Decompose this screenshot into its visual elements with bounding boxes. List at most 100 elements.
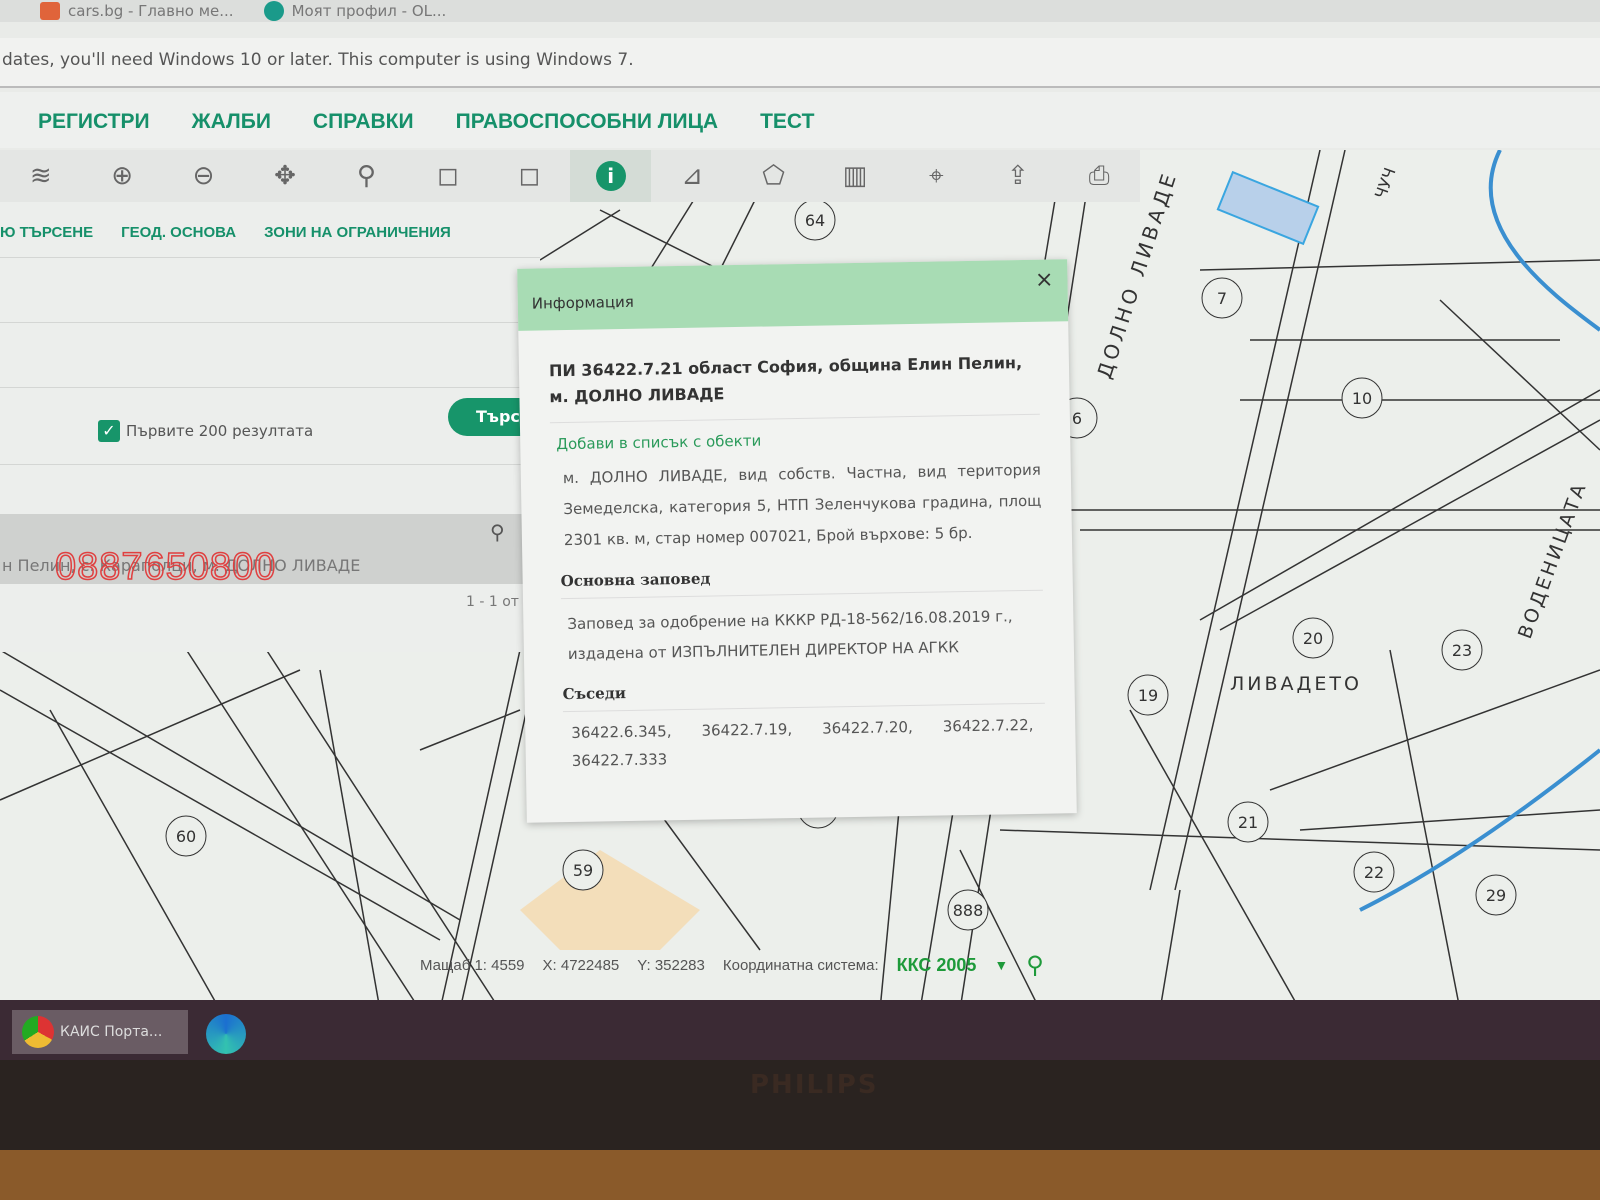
map-tool[interactable]: ▥ [814,150,895,202]
polygon-icon: ⬠ [762,161,785,191]
subtab-restriction-zones[interactable]: ЗОНИ НА ОГРАНИЧЕНИЯ [264,224,451,241]
parcel-number: 7 [1217,289,1227,308]
result-row[interactable]: ⚲ н Пелин, с. Караполци, м. ДОЛНО ЛИВАДЕ… [0,514,540,584]
measure-tool[interactable]: ⊿ [651,150,732,202]
pin-tool[interactable]: ⚲ [326,150,407,202]
parcel-number: 20 [1303,629,1323,648]
neighbor-link[interactable]: 36422.6.345, [571,722,672,742]
print-icon: ⎙ [1089,161,1110,192]
print-tool[interactable]: ⎙ [1058,150,1139,202]
search-icon[interactable]: ⚲ [490,520,505,544]
parcel-description: м. ДОЛНО ЛИВАДЕ, вид собств. Частна, вид… [563,455,1043,556]
browser-tab[interactable]: cars.bg - Главно ме... [40,0,234,22]
y-readout: Y: 352283 [637,957,705,974]
divider [0,257,540,258]
search-icon[interactable]: ⚲ [1026,951,1044,980]
parcel-number: 10 [1352,389,1372,408]
parcel-number: 64 [805,211,825,230]
main-nav: РЕГИСТРИ ЖАЛБИ СПРАВКИ ПРАВОСПОСОБНИ ЛИЦ… [0,92,1600,148]
parcel-number: 59 [573,861,593,880]
select-remove-tool[interactable]: ◻ [489,150,570,202]
neighbor-link[interactable]: 36422.7.20, [822,718,913,738]
parcel-number: 19 [1138,686,1158,705]
coordinates-icon: ⌖ [929,161,944,192]
export-icon: ⇪ [1007,161,1029,191]
taskbar-chrome-button[interactable]: КАИС Порта... [12,1010,188,1054]
info-icon: i [596,161,626,191]
neighbor-link[interactable]: 36422.7.333 [572,750,668,770]
divider [0,387,540,388]
edge-icon[interactable] [206,1014,246,1054]
street-label: ЛИВАДЕТО [1230,673,1362,695]
parcel-number: 22 [1364,863,1384,882]
polygon-tool[interactable]: ⬠ [733,150,814,202]
nav-complaints[interactable]: ЖАЛБИ [192,110,271,148]
pan-icon: ✥ [274,161,296,191]
x-readout: X: 4722485 [543,957,620,974]
scale-readout: Мащаб 1: 4559 [420,957,525,974]
divider [0,322,540,323]
cars-favicon-icon [40,2,60,20]
map-status-bar: Мащаб 1: 4559 X: 4722485 Y: 352283 Коорд… [420,948,1220,982]
checkbox-label: Първите 200 резултата [126,422,313,440]
search-panel: Ю ТЪРСЕНЕ ГЕОД. ОСНОВА ЗОНИ НА ОГРАНИЧЕН… [0,202,540,652]
crs-select[interactable]: ККС 2005 [897,955,977,976]
subtab-geodetic-base[interactable]: ГЕОД. ОСНОВА [121,224,236,241]
select-add-icon: ◻ [437,161,459,191]
browser-tab[interactable]: Моят профил - OL... [264,0,447,22]
popup-header: Информация × [517,259,1068,331]
measure-icon: ⊿ [681,161,703,191]
parcel-number: 60 [176,827,196,846]
zoom-out-tool[interactable]: ⊖ [163,150,244,202]
profile-favicon-icon [264,1,284,21]
neighbor-link[interactable]: 36422.7.19, [701,720,792,740]
close-icon[interactable]: × [1035,267,1054,292]
order-text: Заповед за одобрение на КККР РД-18-562/1… [567,601,1044,669]
map-toolbar: ≋ ⊕ ⊖ ✥ ⚲ ◻ ◻ i ⊿ ⬠ ▥ ⌖ ⇪ ⎙ [0,150,1140,202]
zoom-out-icon: ⊖ [193,161,215,191]
parcel-number: 23 [1452,641,1472,660]
tab-label: cars.bg - Главно ме... [68,2,234,20]
pan-tool[interactable]: ✥ [244,150,325,202]
parcel-number: 21 [1238,813,1258,832]
crs-label: Координатна система: [723,957,879,974]
order-heading: Основна заповед [561,564,1043,599]
layers-icon: ≋ [30,161,52,191]
checkmark-icon: ✓ [98,420,120,442]
info-popup: Информация × ПИ 36422.7.21 област София,… [517,259,1077,823]
chevron-down-icon[interactable]: ▼ [994,957,1008,973]
coordinates-tool[interactable]: ⌖ [896,150,977,202]
parcel-number: 888 [953,901,984,920]
popup-title: Информация [532,293,634,313]
nav-references[interactable]: СПРАВКИ [313,110,414,148]
map-icon: ▥ [843,161,868,191]
nav-registers[interactable]: РЕГИСТРИ [38,110,150,148]
nav-test[interactable]: ТЕСТ [760,110,814,148]
export-tool[interactable]: ⇪ [977,150,1058,202]
zoom-in-icon: ⊕ [111,161,133,191]
select-remove-icon: ◻ [518,161,540,191]
parcel-title: ПИ 36422.7.21 област София, община Елин … [549,350,1040,424]
info-tool[interactable]: i [570,150,651,202]
screen: cars.bg - Главно ме... Моят профил - OL.… [0,0,1600,1010]
layers-tool[interactable]: ≋ [0,150,81,202]
browser-tabs: cars.bg - Главно ме... Моят профил - OL.… [0,0,1600,22]
taskbar-label: КАИС Порта... [60,1024,162,1040]
zoom-in-tool[interactable]: ⊕ [81,150,162,202]
windows-notice-bar: dates, you'll need Windows 10 or later. … [0,38,1600,88]
add-to-list-link[interactable]: Добави в списък с обекти [556,426,1070,453]
tab-label: Моят профил - OL... [292,2,447,20]
parcel-number: 6 [1072,409,1082,428]
neighbors-list: 36422.6.345, 36422.7.19, 36422.7.20, 364… [571,716,1046,770]
taskbar: КАИС Порта... [0,1000,1600,1060]
desk [0,1150,1600,1200]
neighbor-link[interactable]: 36422.7.22, [943,716,1034,736]
pin-icon: ⚲ [357,161,376,191]
select-add-tool[interactable]: ◻ [407,150,488,202]
first-200-checkbox[interactable]: ✓ Първите 200 резултата [98,420,313,442]
neighbors-heading: Съседи [562,677,1044,712]
phone-watermark: 0887650800 [55,546,276,589]
subtab-search[interactable]: Ю ТЪРСЕНЕ [0,224,93,241]
nav-licensed-persons[interactable]: ПРАВОСПОСОБНИ ЛИЦА [456,110,719,148]
divider [0,464,540,465]
